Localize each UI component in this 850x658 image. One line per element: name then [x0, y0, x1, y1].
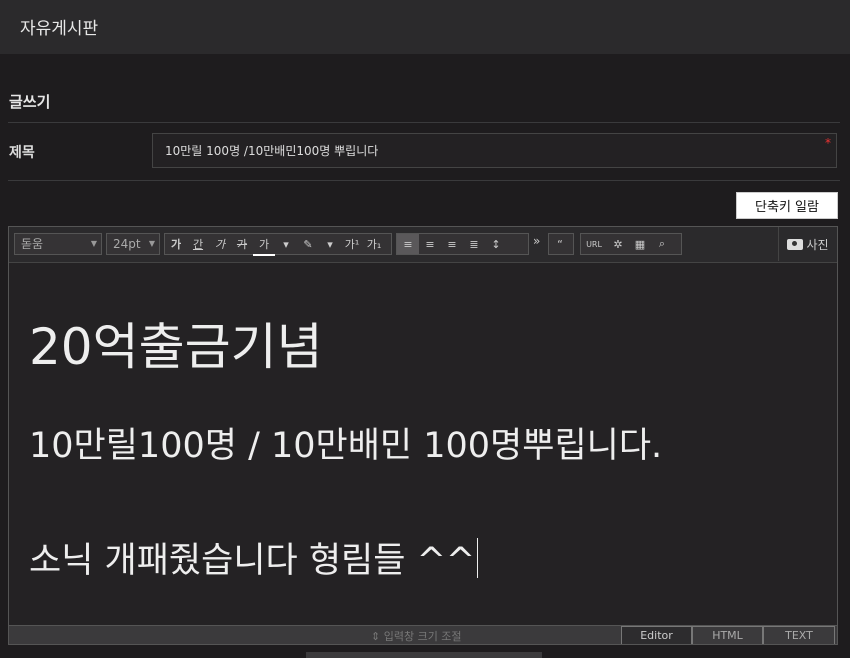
tab-editor[interactable]: Editor	[621, 626, 692, 644]
content-line: 20억출금기념	[29, 318, 323, 376]
superscript-button[interactable]: 가¹	[341, 234, 363, 254]
align-justify-icon[interactable]: ≣	[463, 234, 485, 254]
font-size-value: 24pt	[113, 237, 141, 251]
scrollbar[interactable]	[306, 652, 542, 658]
quote-button[interactable]: “	[549, 234, 571, 254]
align-right-icon[interactable]: ≡	[441, 234, 463, 254]
content-line: 소닉 개패줬습니다 형림들 ^^	[29, 532, 479, 583]
quote-group: “	[548, 233, 574, 255]
content-line: 10만릴100명 / 10만배민 100명뿌립니다.	[29, 426, 663, 466]
rich-text-editor[interactable]: 돋움 ▼ 24pt ▼ 가 간 가 가 가 ▾ ✎ ▾ 가¹ 가₁ ≡ ≡ ≡ …	[8, 226, 838, 645]
highlight-pen-icon[interactable]: ✎	[297, 234, 319, 254]
font-color-button[interactable]: 가	[253, 234, 275, 256]
italic-button[interactable]: 가	[209, 234, 231, 254]
underline-button[interactable]: 간	[187, 234, 209, 254]
color-dropdown-icon[interactable]: ▾	[275, 234, 297, 254]
font-select-value: 돋움	[21, 237, 44, 251]
camera-icon	[787, 238, 804, 250]
subscript-button[interactable]: 가₁	[363, 234, 385, 254]
subject-input[interactable]	[153, 134, 817, 167]
photo-label: 사진	[806, 237, 829, 252]
content-line-text: 소닉 개패줬습니다 형림들 ^^	[29, 541, 476, 581]
url-link-button[interactable]: URL	[581, 234, 607, 254]
subject-field[interactable]: *	[152, 133, 837, 168]
special-char-icon[interactable]: ✲	[607, 234, 629, 254]
text-style-group: 가 간 가 가 가 ▾ ✎ ▾ 가¹ 가₁	[164, 233, 392, 256]
chevron-down-icon: ▼	[148, 239, 155, 248]
photo-button[interactable]: 사진	[778, 227, 837, 261]
strikethrough-button[interactable]: 가	[231, 234, 253, 254]
insert-group: URL ✲ ▦ ⌕	[580, 233, 682, 255]
shortcut-list-button[interactable]: 단축키 일람	[736, 192, 838, 219]
resize-handle[interactable]: ⇕ 입력창 크기 조절	[371, 628, 462, 644]
text-caret	[477, 538, 479, 578]
subject-label: 제목	[9, 145, 35, 161]
bold-button[interactable]: 가	[165, 234, 187, 254]
line-height-icon[interactable]: ↕	[485, 234, 507, 254]
align-left-icon[interactable]: ≡	[397, 234, 419, 254]
search-icon[interactable]: ⌕	[651, 234, 673, 254]
font-select[interactable]: 돋움 ▼	[14, 233, 102, 255]
highlight-dropdown-icon[interactable]: ▾	[319, 234, 341, 254]
tab-html[interactable]: HTML	[692, 626, 763, 644]
divider	[8, 122, 840, 123]
font-size-select[interactable]: 24pt ▼	[106, 233, 160, 255]
tab-text[interactable]: TEXT	[763, 626, 835, 644]
board-header: 자유게시판	[0, 0, 850, 54]
align-group: ≡ ≡ ≡ ≣ ↕	[396, 233, 529, 255]
divider	[8, 180, 840, 181]
section-title: 글쓰기	[9, 93, 51, 111]
align-center-icon[interactable]: ≡	[419, 234, 441, 254]
more-tools-button[interactable]: »	[533, 234, 540, 248]
board-title: 자유게시판	[20, 19, 99, 39]
table-icon[interactable]: ▦	[629, 234, 651, 254]
required-mark: *	[825, 136, 831, 150]
editor-bottom-bar: ⇕ 입력창 크기 조절 Editor HTML TEXT	[9, 625, 837, 644]
editor-toolbar: 돋움 ▼ 24pt ▼ 가 간 가 가 가 ▾ ✎ ▾ 가¹ 가₁ ≡ ≡ ≡ …	[9, 227, 837, 263]
chevron-down-icon: ▼	[90, 239, 97, 248]
